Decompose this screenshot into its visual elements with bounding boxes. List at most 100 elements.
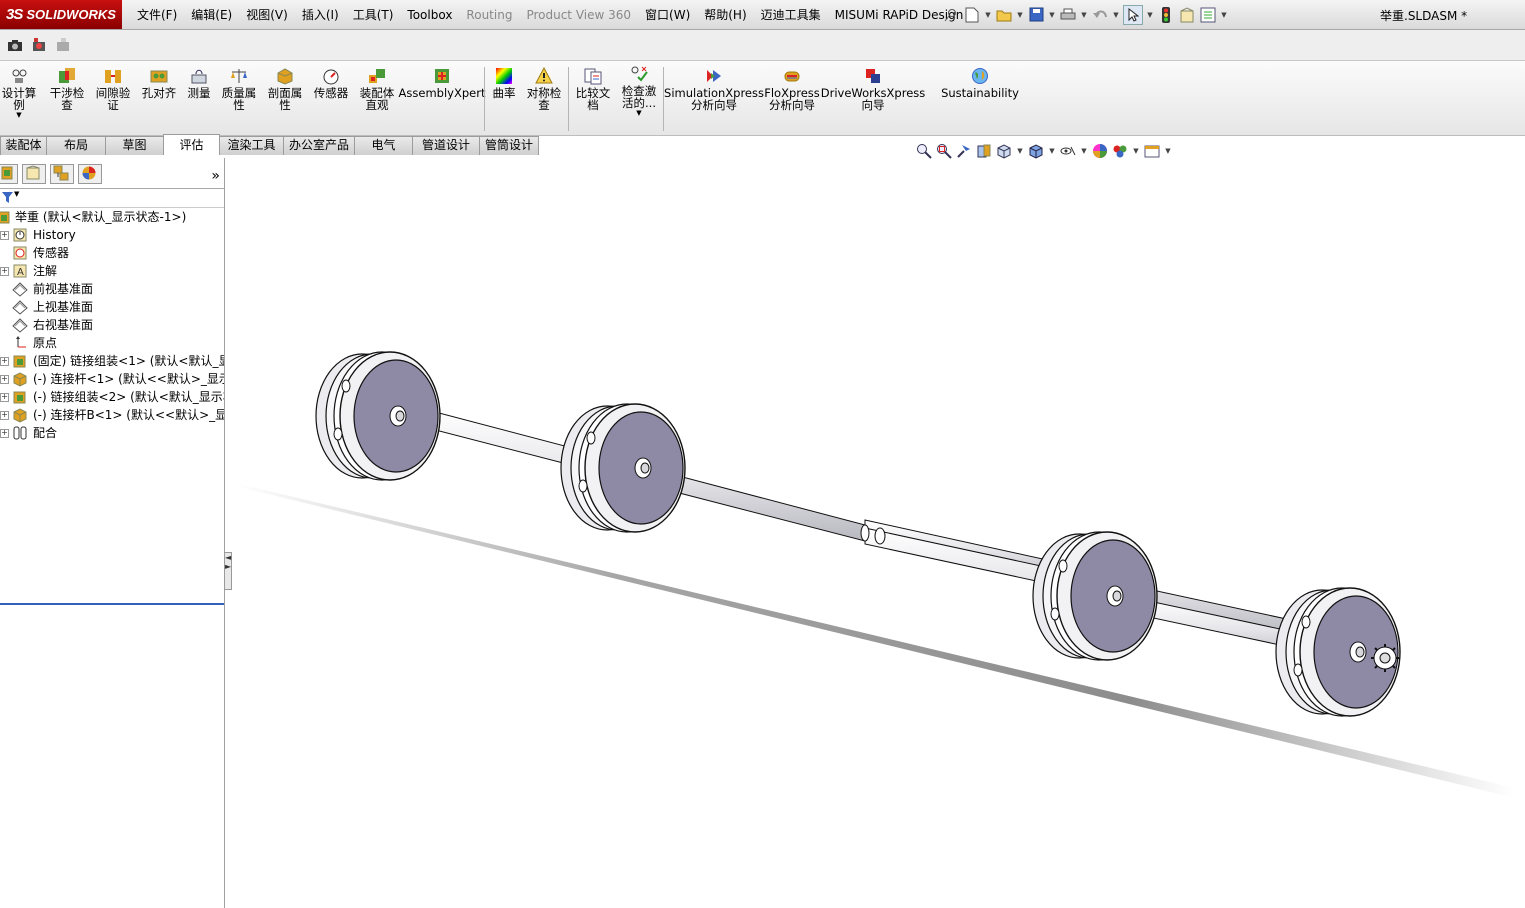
tree-filter[interactable]: ▼ <box>0 188 224 208</box>
camera-icon[interactable] <box>6 36 24 54</box>
hole-alignment-button[interactable]: 孔对齐 <box>140 67 178 99</box>
hide-show-items-icon[interactable] <box>1060 143 1076 159</box>
open-dropdown-icon[interactable]: ▼ <box>1016 11 1024 19</box>
curvature-button[interactable]: 曲率 <box>489 67 519 99</box>
tab-3[interactable]: 评估 <box>163 134 220 155</box>
menu-item-0[interactable]: 文件(F) <box>130 6 184 23</box>
rollback-bar[interactable] <box>0 603 224 605</box>
mass-properties-button[interactable]: 质量属 性 <box>220 67 258 111</box>
filter-icon[interactable] <box>2 192 14 203</box>
select-arrow-icon[interactable] <box>1123 4 1143 25</box>
compare-documents-button[interactable]: 比较文 档 <box>572 67 614 111</box>
tree-item-6[interactable]: 原点 <box>0 334 224 352</box>
weight-plate-3[interactable] <box>1032 531 1158 661</box>
menu-item-5[interactable]: Toolbox <box>400 8 459 22</box>
check-active-document-button[interactable]: 检查激 活的... ▼ <box>618 65 660 117</box>
expand-toggle-icon[interactable]: + <box>0 393 9 402</box>
tree-item-5[interactable]: 右视基准面 <box>0 316 224 334</box>
interference-check-button[interactable]: 干涉检 查 <box>48 67 86 111</box>
tree-item-7[interactable]: + (固定) 链接组装<1> (默认<默认_显示状态-1>) <box>0 352 224 370</box>
tree-item-10[interactable]: + (-) 连接杆B<1> (默认<<默认>_显示状态 1>) <box>0 406 224 424</box>
zoom-to-fit-icon[interactable] <box>916 143 932 159</box>
assembly-visualization-button[interactable]: 装配体 直观 <box>356 67 398 111</box>
expand-toggle-icon[interactable]: + <box>0 231 9 240</box>
design-study-button[interactable]: 设计算 例 ▼ <box>0 67 38 119</box>
menu-item-2[interactable]: 视图(V) <box>239 6 295 23</box>
displaymanager-tab[interactable] <box>78 164 102 184</box>
graphics-area[interactable] <box>225 158 1525 908</box>
weight-plate-1[interactable] <box>315 351 441 481</box>
tree-item-8[interactable]: + (-) 连接杆<1> (默认<<默认>_显示状态 1>) <box>0 370 224 388</box>
assemblyxpert-button[interactable]: AssemblyXpert <box>399 67 485 99</box>
undo-icon[interactable] <box>1091 6 1109 24</box>
tab-1[interactable]: 布局 <box>46 136 106 155</box>
zoom-to-area-icon[interactable] <box>936 143 952 159</box>
save-icon[interactable] <box>1027 6 1045 24</box>
section-view-icon[interactable] <box>976 143 992 159</box>
menu-item-4[interactable]: 工具(T) <box>346 6 401 23</box>
apply-scene-icon[interactable] <box>1112 143 1128 159</box>
view-settings-icon[interactable] <box>1144 143 1160 159</box>
render-settings-icon[interactable] <box>54 36 72 54</box>
print-icon[interactable] <box>1059 6 1077 24</box>
file-properties-icon[interactable] <box>1178 6 1196 24</box>
symmetry-check-button[interactable]: 对称检 查 <box>524 67 564 111</box>
previous-view-icon[interactable] <box>956 143 972 159</box>
measure-button[interactable]: 测量 <box>184 67 214 99</box>
tree-item-1[interactable]: 传感器 <box>0 244 224 262</box>
render-tool-icon[interactable] <box>30 36 48 54</box>
tree-item-11[interactable]: + 配合 <box>0 424 224 442</box>
options-icon[interactable] <box>1199 6 1217 24</box>
expand-toggle-icon[interactable]: + <box>0 375 9 384</box>
tab-2[interactable]: 草图 <box>105 136 164 155</box>
view-orientation-icon[interactable] <box>996 143 1012 159</box>
rebuild-traffic-light-icon[interactable] <box>1157 6 1175 24</box>
tree-item-0[interactable]: + History <box>0 226 224 244</box>
display-style-icon[interactable] <box>1028 143 1044 159</box>
new-dropdown-icon[interactable]: ▼ <box>984 11 992 19</box>
view-settings-dropdown-icon[interactable]: ▼ <box>1164 147 1172 155</box>
undo-dropdown-icon[interactable]: ▼ <box>1112 11 1120 19</box>
tree-root-assembly[interactable]: 举重 (默认<默认_显示状态-1>) <box>0 208 224 226</box>
tab-0[interactable]: 装配体 <box>0 136 47 155</box>
section-properties-button[interactable]: 剖面属 性 <box>266 67 304 111</box>
tab-6[interactable]: 电气 <box>354 136 413 155</box>
menu-item-6[interactable]: Routing <box>459 8 519 22</box>
tree-item-2[interactable]: + A 注解 <box>0 262 224 280</box>
menu-item-7[interactable]: Product View 360 <box>519 8 638 22</box>
tab-4[interactable]: 渲染工具 <box>219 136 284 155</box>
propertymanager-tab[interactable] <box>22 164 46 184</box>
expand-toggle-icon[interactable]: + <box>0 411 9 420</box>
tab-8[interactable]: 管筒设计 <box>479 136 539 155</box>
driveworksxpress-button[interactable]: DriveWorksXpress 向导 <box>821 67 925 111</box>
menu-item-1[interactable]: 编辑(E) <box>184 6 239 23</box>
filter-dropdown-icon[interactable]: ▼ <box>14 190 19 198</box>
simulationxpress-button[interactable]: SimulationXpress 分析向导 <box>664 67 764 111</box>
menu-item-10[interactable]: 迈迪工具集 <box>754 6 828 23</box>
sensor-button[interactable]: 传感器 <box>312 67 350 99</box>
expand-toggle-icon[interactable]: + <box>0 429 9 438</box>
tab-5[interactable]: 办公室产品 <box>283 136 355 155</box>
weight-plate-2[interactable] <box>560 403 686 533</box>
display-style-dropdown-icon[interactable]: ▼ <box>1048 147 1056 155</box>
hide-show-dropdown-icon[interactable]: ▼ <box>1080 147 1088 155</box>
expand-toggle-icon[interactable]: + <box>0 357 9 366</box>
options-dropdown-icon[interactable]: ▼ <box>1220 11 1228 19</box>
featuremanager-tab[interactable] <box>0 164 18 184</box>
expand-toggle-icon[interactable]: + <box>0 267 9 276</box>
tree-item-3[interactable]: 前视基准面 <box>0 280 224 298</box>
configurationmanager-tab[interactable] <box>50 164 74 184</box>
solidworks-logo[interactable]: 3S SOLIDWORKS <box>0 0 122 29</box>
menu-item-3[interactable]: 插入(I) <box>295 6 346 23</box>
new-document-icon[interactable] <box>963 6 981 24</box>
select-dropdown-icon[interactable]: ▼ <box>1146 11 1154 19</box>
view-orientation-dropdown-icon[interactable]: ▼ <box>1016 147 1024 155</box>
tree-item-4[interactable]: 上视基准面 <box>0 298 224 316</box>
design-study-dropdown-icon[interactable]: ▼ <box>16 111 21 119</box>
tab-7[interactable]: 管道设计 <box>412 136 480 155</box>
tree-item-9[interactable]: + (-) 链接组装<2> (默认<默认_显示状态-1>) <box>0 388 224 406</box>
floxpress-button[interactable]: FloXpress 分析向导 <box>764 67 820 111</box>
sustainability-button[interactable]: Sustainability <box>936 67 1024 99</box>
open-folder-icon[interactable] <box>995 6 1013 24</box>
edit-appearance-icon[interactable] <box>1092 143 1108 159</box>
